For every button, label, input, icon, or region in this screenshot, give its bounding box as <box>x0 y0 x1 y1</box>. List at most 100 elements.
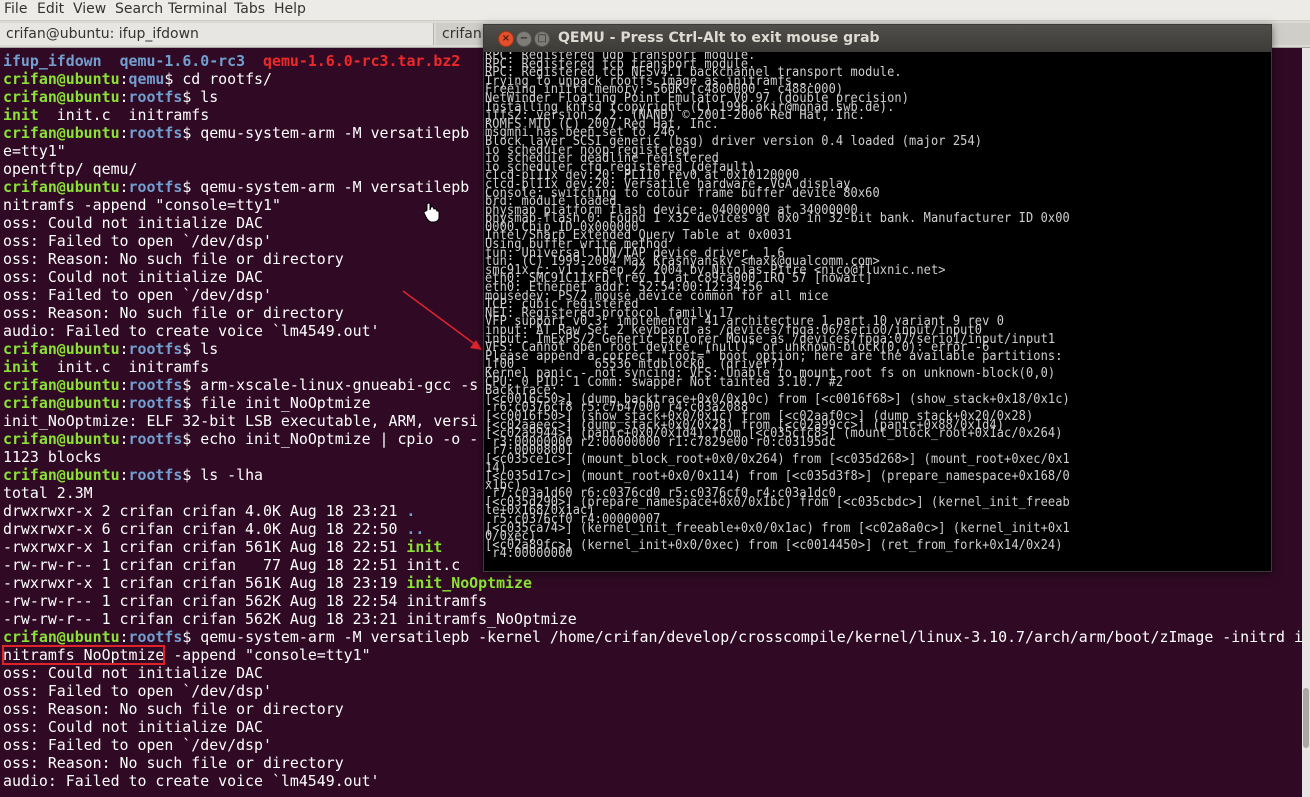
terminal-text: opentftp/ qemu/ <box>3 160 138 178</box>
terminal-text: qemu <box>128 70 165 88</box>
terminal-text: oss: Reason: No such file or directory <box>3 754 344 772</box>
menu-edit[interactable]: Edit <box>37 1 64 17</box>
terminal-text: $ file init_NoOptmize <box>182 394 371 412</box>
terminal-text: : <box>119 430 129 448</box>
terminal-text: $ qemu-system-arm -M versatilepb <box>182 178 470 196</box>
terminal-text: $ ls <box>182 340 219 358</box>
menu-search[interactable]: Search <box>115 1 163 17</box>
terminal-scrollbar[interactable] <box>1302 48 1310 797</box>
terminal-text: init_NoOptmize: ELF 32-bit LSB executabl… <box>3 412 479 430</box>
terminal-text: rootfs <box>128 628 183 646</box>
highlighted-filename: nitramfs_NoOptmize <box>1 645 166 665</box>
terminal-text: oss: Could not initialize DAC <box>3 664 263 682</box>
qemu-console-line: [<c035ce1c>] (mount_block_root+0x0/0x264… <box>485 451 1070 467</box>
terminal-text: crifan@ubuntu <box>3 376 120 394</box>
terminal-line: oss: Reason: No such file or directory <box>3 700 1303 718</box>
tab-third[interactable] <box>1270 23 1310 45</box>
terminal-text: rootfs <box>128 178 183 196</box>
terminal-text: -append "console=tty1" <box>164 646 371 664</box>
terminal-text: $ qemu-system-arm -M versatilepb -kernel… <box>182 628 1303 646</box>
menu-view[interactable]: View <box>73 1 106 17</box>
terminal-text: : <box>119 178 129 196</box>
terminal-text: crifan@ubuntu <box>3 394 120 412</box>
close-icon[interactable]: × <box>498 31 514 47</box>
terminal-text: nitramfs -append "console=tty1" <box>3 196 281 214</box>
menu-tabs[interactable]: Tabs <box>234 1 265 17</box>
terminal-text: $ ls -lha <box>182 466 263 484</box>
tab-crifan[interactable]: crifan <box>436 23 484 45</box>
terminal-text: $ echo init_NoOptmize | cpio -o - <box>182 430 479 448</box>
terminal-text: init.c initramfs <box>38 358 210 376</box>
terminal-line: nitramfs_NoOptmize -append "console=tty1… <box>1 645 1303 665</box>
terminal-text: : <box>119 70 129 88</box>
terminal-text: oss: Failed to open `/dev/dsp' <box>3 232 272 250</box>
terminal-line: oss: Failed to open `/dev/dsp' <box>3 736 1303 754</box>
terminal-text: audio: Failed to create voice `lm4549.ou… <box>3 322 380 340</box>
terminal-text: rootfs <box>128 88 183 106</box>
terminal-text: : <box>119 628 129 646</box>
terminal-text: oss: Failed to open `/dev/dsp' <box>3 736 272 754</box>
terminal-text: crifan@ubuntu <box>3 178 120 196</box>
terminal-text: : <box>119 394 129 412</box>
terminal-text: init <box>3 106 39 124</box>
terminal-text: init.c initramfs <box>38 106 210 124</box>
qemu-console-line: [<c02a89fc>] (kernel_init+0x0/0xec) from… <box>485 537 1063 553</box>
terminal-line: oss: Failed to open `/dev/dsp' <box>3 682 1303 700</box>
tab-label: crifan <box>442 26 482 42</box>
terminal-line: oss: Reason: No such file or directory <box>3 754 1303 772</box>
terminal-text: e=tty1" <box>3 142 66 160</box>
terminal-text: 1123 blocks <box>3 448 102 466</box>
qemu-window-title: QEMU - Press Ctrl-Alt to exit mouse grab <box>558 30 880 46</box>
terminal-text: ifup_ifdown <box>3 52 102 70</box>
minimize-icon[interactable]: − <box>516 31 532 47</box>
terminal-line: -rwxrwxr-x 1 crifan crifan 561K Aug 18 2… <box>3 574 1303 592</box>
terminal-text: oss: Reason: No such file or directory <box>3 304 344 322</box>
terminal-text: : <box>119 376 129 394</box>
qemu-console-screen[interactable]: RPC: Registered udp transport module. RPC… <box>484 52 1271 571</box>
qemu-console-line: [<c035ca74>] (kernel_init_freeable+0x0/0… <box>485 520 1070 536</box>
terminal-line: -rw-rw-r-- 1 crifan crifan 562K Aug 18 2… <box>3 592 1303 610</box>
terminal-text: crifan@ubuntu <box>3 70 120 88</box>
terminal-text: audio: Failed to create voice `lm4549.ou… <box>3 772 380 790</box>
terminal-text: crifan@ubuntu <box>3 430 120 448</box>
terminal-text: : <box>119 466 129 484</box>
terminal-text: rootfs <box>128 430 183 448</box>
terminal-line: oss: Could not initialize DAC <box>3 718 1303 736</box>
terminal-text: drwxrwxr-x 6 crifan crifan 4.0K Aug 18 2… <box>3 520 407 538</box>
terminal-text: oss: Could not initialize DAC <box>3 214 263 232</box>
terminal-text: crifan@ubuntu <box>3 466 120 484</box>
qemu-titlebar[interactable]: × − □ QEMU - Press Ctrl-Alt to exit mous… <box>484 25 1271 52</box>
terminal-text: drwxrwxr-x 2 crifan crifan 4.0K Aug 18 2… <box>3 502 407 520</box>
terminal-text: qemu-1.6.0-rc3 <box>119 52 246 70</box>
terminal-text: -rwxrwxr-x 1 crifan crifan 561K Aug 18 2… <box>3 574 407 592</box>
mouse-cursor-icon <box>423 202 440 223</box>
qemu-console-lines: RPC: Registered udp transport module. RPC… <box>485 52 1070 560</box>
terminal-text: . <box>406 502 416 520</box>
qemu-window[interactable]: × − □ QEMU - Press Ctrl-Alt to exit mous… <box>483 24 1272 572</box>
terminal-text: -rwxrwxr-x 1 crifan crifan 561K Aug 18 2… <box>3 538 407 556</box>
menu-terminal[interactable]: Terminal <box>168 1 227 17</box>
terminal-text: crifan@ubuntu <box>3 88 120 106</box>
terminal-text: init <box>406 538 443 556</box>
tab-ifup-ifdown[interactable]: crifan@ubuntu: ifup_ifdown <box>0 23 434 45</box>
menu-help[interactable]: Help <box>274 1 306 17</box>
terminal-text: rootfs <box>128 340 183 358</box>
terminal-line: oss: Could not initialize DAC <box>3 664 1303 682</box>
terminal-text: init_NoOptmize <box>406 574 532 592</box>
tab-label: crifan@ubuntu: ifup_ifdown <box>6 26 199 42</box>
terminal-text: total 2.3M <box>3 484 93 502</box>
terminal-text: rootfs <box>128 466 183 484</box>
terminal-text: .. <box>406 520 425 538</box>
qemu-console-line: [<c035d17c>] (mount_root+0x0/0x114) from… <box>485 469 1070 485</box>
terminal-text: -rw-rw-r-- 1 crifan crifan 562K Aug 18 2… <box>3 610 577 628</box>
terminal-text: oss: Could not initialize DAC <box>3 268 263 286</box>
terminal-text: rootfs <box>128 394 183 412</box>
red-arrow-annotation <box>402 290 482 350</box>
scrollbar-thumb[interactable] <box>1303 688 1309 748</box>
terminal-text: $ ls <box>182 88 219 106</box>
terminal-text: -rw-rw-r-- 1 crifan crifan 77 Aug 18 22:… <box>3 556 461 574</box>
maximize-icon[interactable]: □ <box>534 31 550 47</box>
menu-file[interactable]: File <box>4 1 27 17</box>
